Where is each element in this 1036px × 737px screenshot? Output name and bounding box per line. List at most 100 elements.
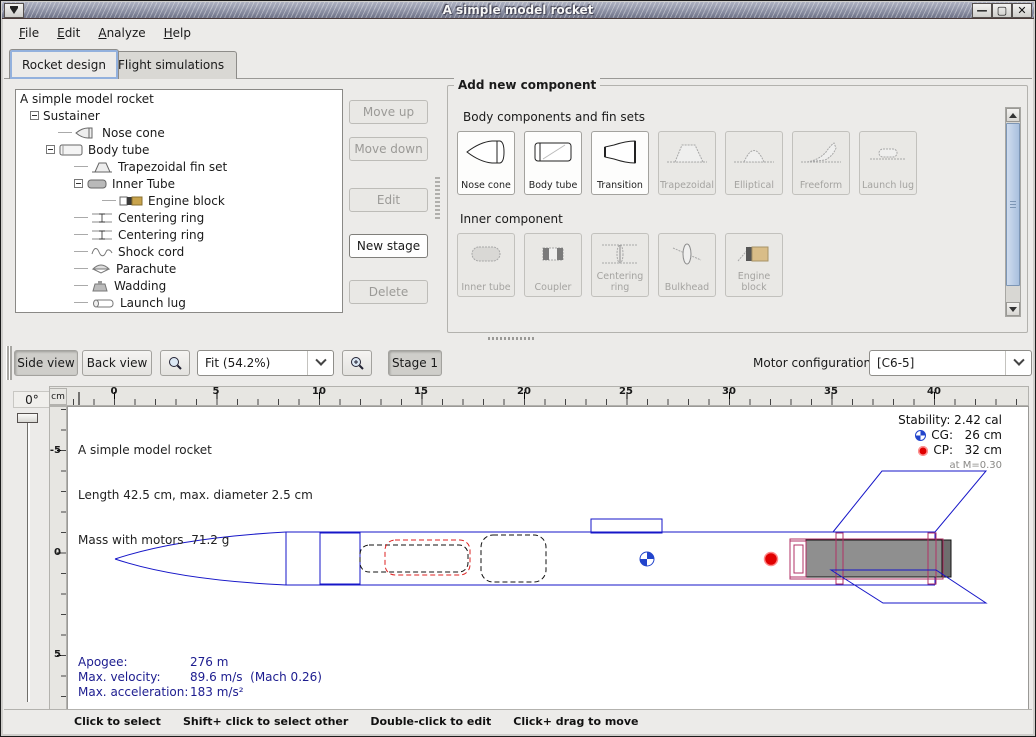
component-panel-scrollbar[interactable] — [1005, 107, 1021, 317]
tree-item-centering-ring-1[interactable]: Centering ring — [16, 209, 342, 226]
collapse-icon[interactable] — [30, 111, 39, 120]
centering-ring-icon — [91, 212, 113, 224]
centering-ring-icon — [91, 229, 113, 241]
zoom-out-button[interactable] — [160, 350, 190, 376]
nose-cone-icon — [464, 137, 508, 170]
panel-grip[interactable] — [435, 177, 440, 221]
scrollbar-thumb[interactable] — [1006, 123, 1020, 286]
coupler-icon — [531, 239, 575, 272]
add-body-tube-button[interactable]: Body tube — [524, 131, 582, 195]
view-toolbar: Side view Back view Fit (54.2%) Stage 1 … — [4, 342, 1032, 384]
menu-edit[interactable]: Edit — [50, 23, 87, 43]
body-section-label: Body components and fin sets — [463, 110, 645, 124]
stage-1-toggle[interactable]: Stage 1 — [388, 350, 442, 376]
tree-item-inner-tube[interactable]: Inner Tube — [16, 175, 342, 192]
tree-item-engine-block[interactable]: Engine block — [16, 192, 342, 209]
statusbar: Click to select Shift+ click to select o… — [4, 709, 1032, 733]
add-engine-block-button[interactable]: Engine block — [725, 233, 783, 297]
add-nose-cone-button[interactable]: Nose cone — [457, 131, 515, 195]
inner-section-label: Inner component — [460, 212, 563, 226]
tab-flight-simulations[interactable]: Flight simulations — [105, 51, 237, 79]
back-view-button[interactable]: Back view — [82, 350, 152, 376]
chevron-down-icon — [307, 351, 333, 375]
rotation-slider-track[interactable] — [27, 419, 30, 702]
split-divider[interactable] — [4, 334, 1032, 342]
tree-item-wadding[interactable]: Wadding — [16, 277, 342, 294]
inner-tube-icon — [87, 178, 107, 190]
menu-file[interactable]: File — [12, 23, 46, 43]
body-tube-icon — [531, 137, 575, 170]
menu-help[interactable]: Help — [157, 23, 198, 43]
move-up-button[interactable]: Move up — [349, 100, 428, 124]
add-bulkhead-button[interactable]: Bulkhead — [658, 233, 716, 297]
trapezoidal-fin-icon — [665, 137, 709, 170]
move-down-button[interactable]: Move down — [349, 137, 428, 161]
tree-item-trapezoidal-fin-set[interactable]: Trapezoidal fin set — [16, 158, 342, 175]
launch-lug-icon — [866, 137, 910, 170]
titlebar[interactable]: A simple model rocket — ▢ ✕ — [2, 2, 1034, 19]
cp-icon — [918, 446, 928, 456]
side-view-button[interactable]: Side view — [14, 350, 78, 376]
motor-configuration-label: Motor configuration: — [753, 356, 875, 370]
collapse-icon[interactable] — [74, 179, 83, 188]
collapse-icon[interactable] — [46, 145, 55, 154]
engine-block-icon — [119, 195, 143, 207]
freeform-fin-icon — [799, 137, 843, 170]
component-tree[interactable]: A simple model rocket Sustainer Nose con… — [15, 89, 343, 313]
maximize-button[interactable]: ▢ — [992, 3, 1012, 18]
rotation-slider-handle[interactable] — [17, 413, 38, 423]
scroll-down-button[interactable] — [1006, 302, 1020, 316]
shock-cord-icon — [91, 246, 113, 258]
rocket-canvas[interactable]: A simple model rocket Length 42.5 cm, ma… — [67, 406, 1029, 711]
tree-item-body-tube[interactable]: Body tube — [16, 141, 342, 158]
add-component-group: Add new component Body components and fi… — [447, 85, 1028, 333]
group-title: Add new component — [454, 78, 600, 92]
up-arrow-icon — [1009, 113, 1017, 118]
delete-button[interactable]: Delete — [349, 280, 428, 304]
tree-item-centering-ring-2[interactable]: Centering ring — [16, 226, 342, 243]
add-trapezoidal-fin-button[interactable]: Trapezoidal — [658, 131, 716, 195]
transition-icon — [598, 137, 642, 170]
new-stage-button[interactable]: New stage — [349, 234, 428, 258]
zoom-in-button[interactable] — [342, 350, 372, 376]
elliptical-fin-icon — [732, 137, 776, 170]
tree-item-sustainer[interactable]: Sustainer — [16, 107, 342, 124]
body-tube-icon — [59, 144, 83, 156]
app-window: A simple model rocket — ▢ ✕ File Edit An… — [0, 0, 1036, 737]
toolbar-grip[interactable] — [6, 346, 12, 380]
engine-block-icon — [732, 239, 776, 272]
magnifier-icon — [167, 355, 183, 371]
scroll-up-button[interactable] — [1006, 108, 1020, 122]
minimize-button[interactable]: — — [972, 3, 992, 18]
down-arrow-icon — [1009, 307, 1017, 312]
zoom-level-combobox[interactable]: Fit (54.2%) — [197, 350, 334, 376]
add-elliptical-fin-button[interactable]: Elliptical — [725, 131, 783, 195]
edit-button[interactable]: Edit — [349, 188, 428, 212]
tree-item-launch-lug[interactable]: Launch lug — [16, 294, 342, 311]
close-button[interactable]: ✕ — [1012, 3, 1032, 18]
launch-lug-icon — [91, 297, 115, 309]
parachute-icon — [91, 263, 111, 275]
tree-item-shock-cord[interactable]: Shock cord — [16, 243, 342, 260]
bulkhead-icon — [665, 239, 709, 272]
tree-item-parachute[interactable]: Parachute — [16, 260, 342, 277]
tree-item-nose-cone[interactable]: Nose cone — [16, 124, 342, 141]
menu-analyze[interactable]: Analyze — [91, 23, 152, 43]
flight-data: Apogee:276 m Max. velocity:89.6 m/s (Mac… — [78, 655, 322, 700]
add-freeform-fin-button[interactable]: Freeform — [792, 131, 850, 195]
window-title: A simple model rocket — [2, 3, 1034, 17]
add-coupler-button[interactable]: Coupler — [524, 233, 582, 297]
add-transition-button[interactable]: Transition — [591, 131, 649, 195]
wadding-icon — [91, 280, 109, 292]
centering-ring-icon — [598, 239, 642, 272]
motor-configuration-combobox[interactable]: [C6-5] — [869, 350, 1032, 376]
rotation-angle-label: 0° — [13, 391, 51, 408]
rocket-info: A simple model rocket Length 42.5 cm, ma… — [78, 413, 313, 578]
tree-item-rocket[interactable]: A simple model rocket — [16, 90, 342, 107]
cp-marker — [765, 553, 778, 566]
tab-rocket-design[interactable]: Rocket design — [9, 49, 119, 79]
add-launch-lug-button[interactable]: Launch lug — [859, 131, 917, 195]
nose-cone-icon — [75, 127, 97, 139]
add-centering-ring-button[interactable]: Centering ring — [591, 233, 649, 297]
add-inner-tube-button[interactable]: Inner tube — [457, 233, 515, 297]
